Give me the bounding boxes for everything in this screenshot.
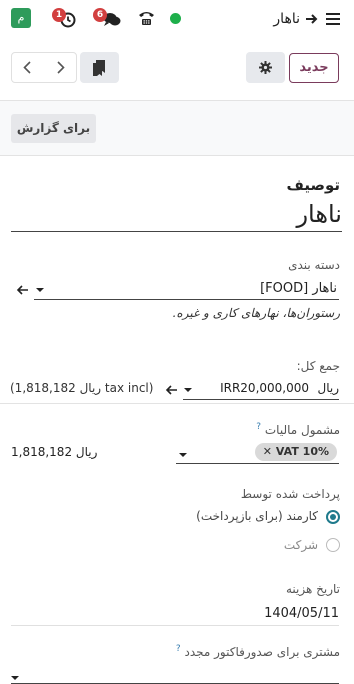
- online-status-dot: [170, 13, 181, 24]
- attachments-button[interactable]: [80, 52, 119, 83]
- tax-tag: ✕ VAT 10%: [254, 443, 337, 461]
- chevron-down-icon: [36, 288, 44, 292]
- messages-button[interactable]: 6: [93, 8, 123, 30]
- expense-date-input[interactable]: 1404/05/11: [11, 603, 339, 626]
- taxes-label: مشمول مالیات ?: [256, 422, 340, 437]
- top-navbar: م 1 6 ناهار: [0, 0, 354, 38]
- separator: [0, 403, 354, 404]
- taxes-label-text: مشمول مالیات: [264, 423, 340, 437]
- radio-employee[interactable]: [326, 510, 340, 524]
- tax-included-text: (1,818,182 ریال tax incl): [10, 381, 154, 395]
- total-amount-field[interactable]: ریال IRR20,000,000: [183, 379, 339, 400]
- phone-icon[interactable]: [138, 10, 155, 26]
- radio-company[interactable]: [326, 538, 340, 552]
- reinvoice-help-icon[interactable]: ?: [176, 644, 181, 654]
- pager: [11, 52, 77, 83]
- reinvoice-customer-select[interactable]: [11, 664, 339, 684]
- activity-button[interactable]: 1: [52, 8, 78, 30]
- reinvoice-label-text: مشتری برای صدورفاکتور مجدد: [184, 645, 340, 659]
- total-label: جمع کل:: [296, 359, 340, 373]
- tax-tag-label: VAT 10%: [275, 445, 329, 458]
- gear-icon: [259, 61, 272, 74]
- tag-remove-icon[interactable]: ✕: [263, 445, 272, 458]
- books-icon: [93, 60, 105, 76]
- messages-count-badge: 6: [93, 8, 107, 22]
- radio-employee-label[interactable]: کارمند (برای بازپرداخت): [196, 509, 318, 523]
- expense-date-label: تاریخ هزینه: [285, 582, 340, 596]
- activity-count-badge: 1: [52, 8, 66, 22]
- new-button[interactable]: جدید: [289, 53, 339, 83]
- paid-by-label: پرداخت شده توسط: [240, 487, 340, 501]
- taxes-many2many[interactable]: ✕ VAT 10%: [176, 441, 339, 464]
- taxes-help-icon[interactable]: ?: [256, 422, 261, 432]
- description-input[interactable]: ناهار: [11, 199, 342, 232]
- tax-amount: 1,818,182 ریال: [11, 445, 98, 459]
- reinvoice-label: مشتری برای صدورفاکتور مجدد ?: [176, 644, 340, 659]
- menu-icon[interactable]: [326, 13, 340, 25]
- currency-dropdown-icon[interactable]: [184, 388, 192, 392]
- arrow-right-icon: [306, 14, 318, 24]
- breadcrumb-title[interactable]: ناهار: [273, 11, 300, 27]
- total-currency: ریال: [317, 381, 339, 395]
- radio-company-label[interactable]: شرکت: [284, 538, 318, 552]
- chevron-down-icon: [179, 453, 187, 457]
- category-select[interactable]: [FOOD] ناهار: [34, 279, 339, 300]
- avatar[interactable]: م: [11, 8, 31, 28]
- arrow-left-icon[interactable]: [16, 285, 28, 295]
- chevron-right-icon[interactable]: [57, 61, 65, 74]
- category-label: دسته بندی: [288, 258, 340, 272]
- total-value[interactable]: IRR20,000,000: [220, 381, 309, 395]
- arrow-left-icon[interactable]: [165, 385, 177, 395]
- settings-button[interactable]: [246, 52, 285, 83]
- statusbar: برای گزارش: [0, 100, 354, 156]
- category-value: [FOOD] ناهار: [260, 281, 337, 296]
- description-label: توصیف: [286, 176, 340, 194]
- chevron-left-icon[interactable]: [23, 61, 31, 74]
- chevron-down-icon: [11, 676, 19, 680]
- to-report-button[interactable]: برای گزارش: [11, 114, 96, 143]
- category-help: رستوران‌ها، نهارهای کاری و غیره.: [172, 306, 340, 320]
